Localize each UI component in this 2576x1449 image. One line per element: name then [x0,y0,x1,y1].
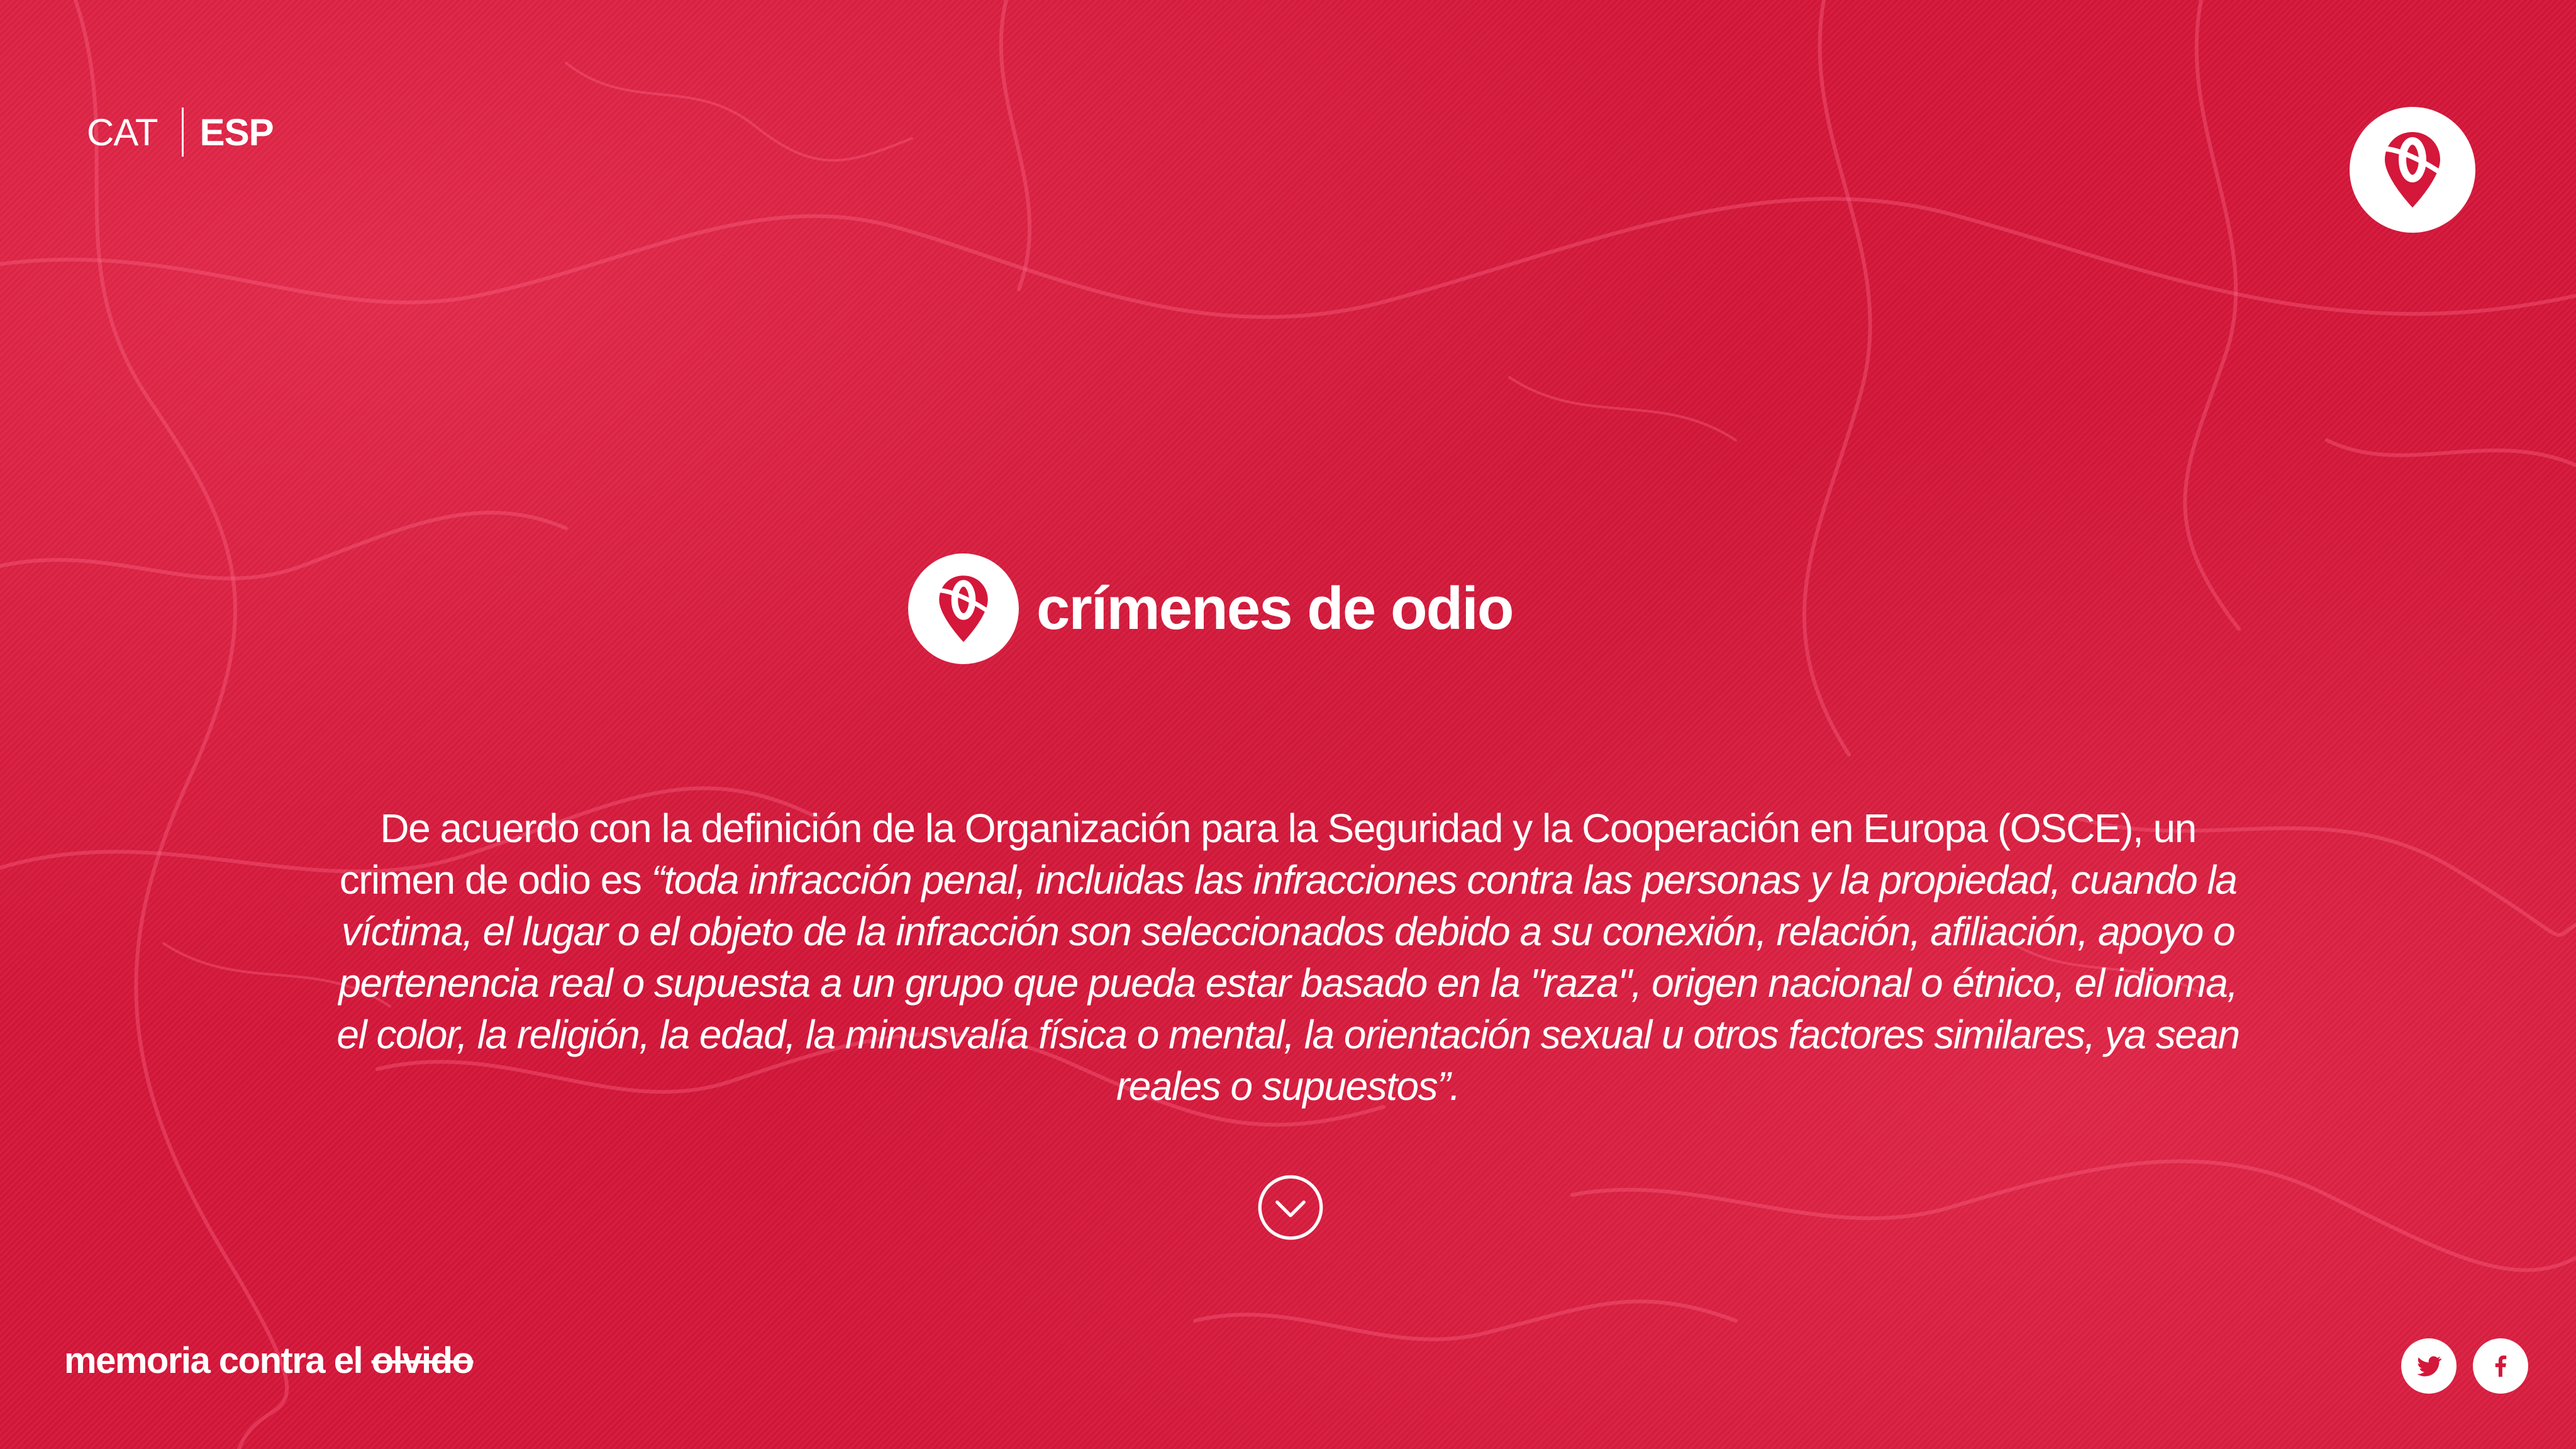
facebook-button[interactable] [2473,1338,2528,1394]
twitter-button[interactable] [2401,1338,2457,1394]
chevron-down-circle-icon[interactable] [1257,1174,1324,1241]
tagline-struck-word: olvido [371,1340,474,1381]
footer-tagline: memoria contra el olvido [64,1340,474,1382]
tagline-main: memoria contra el [64,1340,372,1381]
location-pin-zero-icon[interactable] [2350,107,2475,233]
facebook-icon [2495,1355,2507,1377]
language-esp-button[interactable]: ESP [200,111,274,154]
language-divider [181,108,184,157]
language-cat-button[interactable]: CAT [87,111,158,154]
language-switch: CAT ESP [87,108,274,157]
hero-brand: crímenes de odio [908,552,1514,665]
twitter-icon [2417,1356,2442,1377]
page-title: crímenes de odio [1036,575,1514,642]
hero-description: De acuerdo con la definición de la Organ… [327,802,2249,1112]
location-pin-zero-icon [908,553,1019,664]
